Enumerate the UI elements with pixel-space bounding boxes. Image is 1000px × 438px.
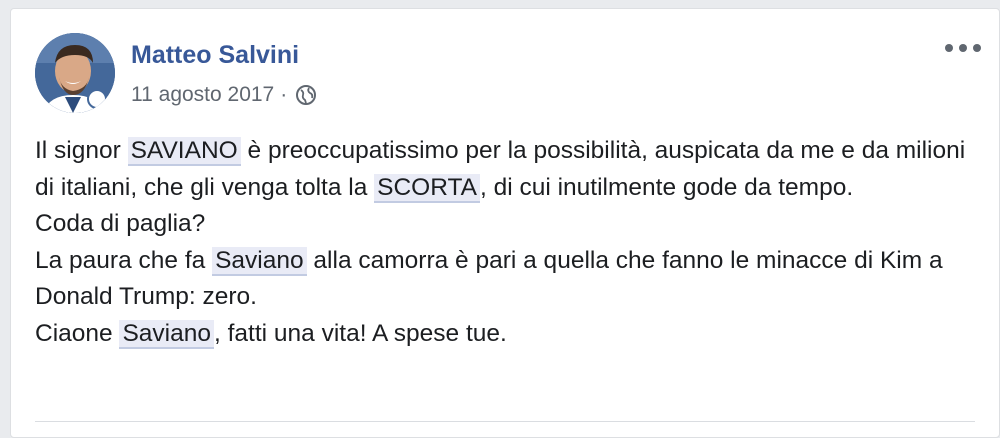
avatar[interactable] bbox=[35, 33, 115, 113]
mention-saviano-2[interactable]: Saviano bbox=[119, 319, 214, 349]
more-options-button[interactable] bbox=[945, 37, 981, 59]
more-dot-icon bbox=[959, 44, 967, 52]
post-paragraph-3: La paura che fa Saviano alla camorra è p… bbox=[35, 246, 943, 310]
author-name[interactable]: Matteo Salvini bbox=[131, 41, 299, 70]
post-card: Matteo Salvini 11 agosto 2017 · Il signo… bbox=[10, 8, 1000, 438]
hashtag-saviano[interactable]: SAVIANO bbox=[127, 137, 241, 166]
post-meta: 11 agosto 2017 · bbox=[131, 83, 317, 107]
meta-separator: · bbox=[280, 83, 288, 106]
post-paragraph-4: Ciaone Saviano, fatti una vita! A spese … bbox=[35, 319, 507, 349]
post-paragraph-2: Coda di paglia? bbox=[35, 210, 206, 237]
divider bbox=[35, 421, 975, 422]
profile-picture bbox=[35, 33, 115, 113]
post-text: Il signor SAVIANO è preoccupatissimo per… bbox=[35, 133, 975, 352]
post-date[interactable]: 11 agosto 2017 bbox=[131, 83, 274, 107]
more-dot-icon bbox=[945, 44, 953, 52]
hashtag-scorta[interactable]: SCORTA bbox=[374, 173, 480, 203]
post-paragraph-1: Il signor SAVIANO è preoccupatissimo per… bbox=[35, 137, 966, 203]
mention-saviano[interactable]: Saviano bbox=[212, 246, 307, 276]
more-dot-icon bbox=[973, 44, 981, 52]
globe-icon[interactable] bbox=[295, 84, 317, 106]
